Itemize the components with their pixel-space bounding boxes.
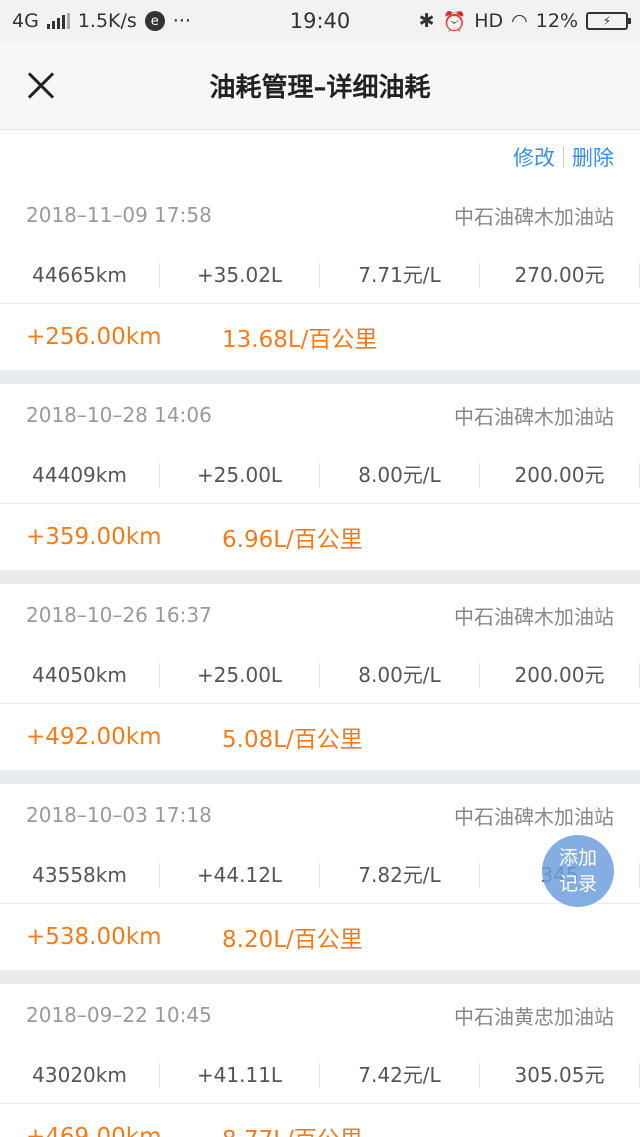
more-dots: ··· (172, 10, 191, 32)
record-distance: +492.00km (26, 724, 162, 750)
record-distance: +359.00km (26, 524, 162, 550)
record-card[interactable]: 2018–11–09 17:58 中石油碑木加油站 44665km +35.02… (0, 184, 640, 370)
record-footer: +538.00km 8.20L/百公里 (0, 904, 640, 970)
record-odometer: 43558km (0, 862, 160, 887)
record-odometer: 43020km (0, 1062, 160, 1087)
record-distance: +469.00km (26, 1124, 162, 1137)
bluetooth-icon: ✱ (418, 10, 435, 32)
record-price: 7.42元/L (320, 1062, 480, 1087)
page-title: 油耗管理–详细油耗 (209, 73, 431, 103)
status-bar: 4G 1.5K/s e ··· 19:40 ✱ ⏰ HD ◠ 12% ⚡ (0, 0, 640, 42)
record-footer: +256.00km 13.68L/百公里 (0, 304, 640, 370)
record-fuel: +25.00L (160, 462, 320, 487)
record-header: 2018–10–26 16:37 中石油碑木加油站 (0, 584, 640, 646)
signal-icon (46, 13, 70, 29)
record-odometer: 44665km (0, 262, 160, 287)
record-stats: 44050km +25.00L 8.00元/L 200.00元 (0, 646, 640, 704)
battery-icon: ⚡ (586, 12, 631, 30)
record-amount: 200.00元 (480, 662, 640, 687)
record-card[interactable]: 2018–09–22 10:45 中石油黄忠加油站 43020km +41.11… (0, 984, 640, 1137)
record-price: 7.82元/L (320, 862, 480, 887)
record-odometer: 44409km (0, 462, 160, 487)
status-time: 19:40 (289, 9, 351, 33)
record-header: 2018–09–22 10:45 中石油黄忠加油站 (0, 984, 640, 1046)
record-stats: 44409km +25.00L 8.00元/L 200.00元 (0, 446, 640, 504)
alarm-icon: ⏰ (442, 10, 467, 33)
delete-button[interactable]: 删除 (572, 142, 614, 172)
record-station: 中石油碑木加油站 (454, 204, 614, 229)
wifi-icon: ◠ (511, 10, 528, 32)
record-stats: 44665km +35.02L 7.71元/L 270.00元 (0, 246, 640, 304)
record-price: 8.00元/L (320, 662, 480, 687)
record-list: 2018–11–09 17:58 中石油碑木加油站 44665km +35.02… (0, 184, 640, 1137)
record-fuel: +25.00L (160, 662, 320, 687)
record-amount: 270.00元 (480, 262, 640, 287)
notification-icon: e (144, 11, 165, 31)
action-bar: 修改 删除 (0, 130, 640, 184)
record-distance: +256.00km (26, 324, 162, 350)
record-fuel: +41.11L (160, 1062, 320, 1087)
record-footer: +469.00km 8.77L/百公里 (0, 1104, 640, 1137)
record-header: 2018–10–28 14:06 中石油碑木加油站 (0, 384, 640, 446)
add-record-button[interactable]: 添加 记录 (542, 835, 614, 907)
record-consumption: 6.96L/百公里 (222, 527, 363, 553)
add-record-label-1: 添加 (558, 847, 597, 869)
record-datetime: 2018–11–09 17:58 (26, 203, 212, 227)
add-record-label-2: 记录 (558, 873, 597, 895)
record-price: 8.00元/L (320, 462, 480, 487)
record-card[interactable]: 2018–10–26 16:37 中石油碑木加油站 44050km +25.00… (0, 584, 640, 770)
record-consumption: 5.08L/百公里 (222, 727, 363, 753)
status-right: ✱ ⏰ HD ◠ 12% ⚡ (350, 10, 631, 33)
record-consumption: 8.77L/百公里 (222, 1120, 363, 1137)
close-icon[interactable] (20, 64, 64, 108)
hd-label: HD (474, 10, 504, 32)
screen: 4G 1.5K/s e ··· 19:40 ✱ ⏰ HD ◠ 12% ⚡ 油耗管… (0, 0, 640, 1137)
edit-button[interactable]: 修改 (513, 142, 555, 172)
record-datetime: 2018–09–22 10:45 (26, 1003, 212, 1027)
record-station: 中石油黄忠加油站 (454, 1004, 614, 1029)
record-amount: 305.05元 (480, 1062, 640, 1087)
record-datetime: 2018–10–26 16:37 (26, 603, 212, 627)
network-type: 4G (12, 10, 39, 32)
record-station: 中石油碑木加油站 (454, 604, 614, 629)
record-fuel: +35.02L (160, 262, 320, 287)
status-left: 4G 1.5K/s e ··· (12, 10, 290, 32)
record-station: 中石油碑木加油站 (454, 404, 614, 429)
record-price: 7.71元/L (320, 262, 480, 287)
action-divider (563, 146, 564, 168)
record-odometer: 44050km (0, 662, 160, 687)
nav-header: 油耗管理–详细油耗 (0, 42, 640, 130)
record-footer: +359.00km 6.96L/百公里 (0, 504, 640, 570)
record-header: 2018–11–09 17:58 中石油碑木加油站 (0, 184, 640, 246)
record-footer: +492.00km 5.08L/百公里 (0, 704, 640, 770)
record-distance: +538.00km (26, 924, 162, 950)
record-datetime: 2018–10–03 17:18 (26, 803, 212, 827)
record-station: 中石油碑木加油站 (454, 804, 614, 829)
record-fuel: +44.12L (160, 862, 320, 887)
network-speed: 1.5K/s (77, 10, 137, 32)
record-consumption: 13.68L/百公里 (222, 327, 378, 353)
record-stats: 43020km +41.11L 7.42元/L 305.05元 (0, 1046, 640, 1104)
record-datetime: 2018–10–28 14:06 (26, 403, 212, 427)
battery-percent: 12% (535, 10, 578, 32)
record-card[interactable]: 2018–10–28 14:06 中石油碑木加油站 44409km +25.00… (0, 384, 640, 570)
record-consumption: 8.20L/百公里 (222, 927, 363, 953)
record-amount: 200.00元 (480, 462, 640, 487)
record-header: 2018–10–03 17:18 中石油碑木加油站 (0, 784, 640, 846)
